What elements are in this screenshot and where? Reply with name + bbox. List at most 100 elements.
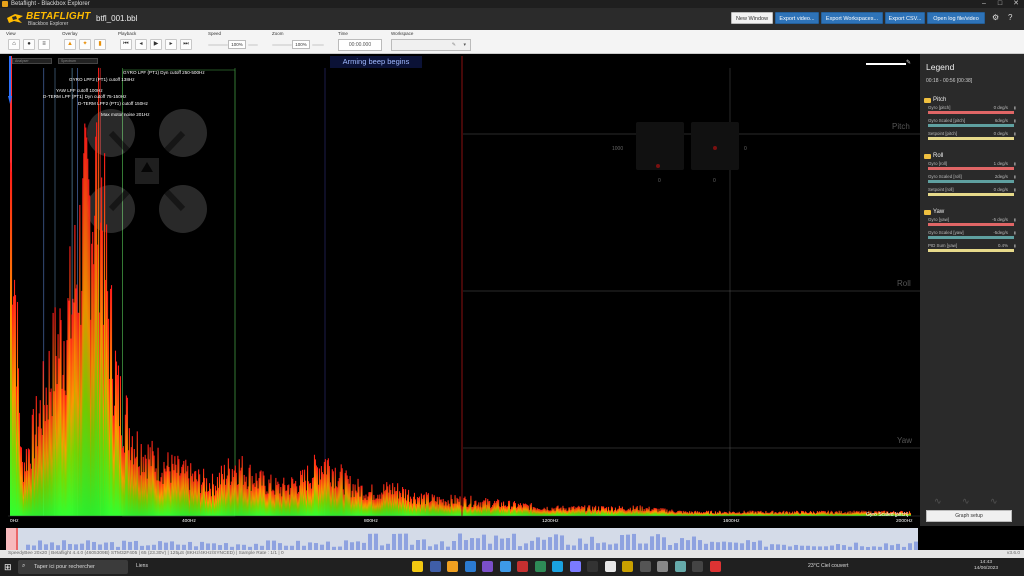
taskbar-app-icon[interactable] <box>569 561 581 572</box>
legend-field-value: 0.4% <box>997 243 1008 248</box>
taskbar-app-icon[interactable] <box>622 561 633 572</box>
legend-field[interactable]: Gyro [yaw] -5 deg/s ▮ <box>924 217 1016 230</box>
legend-field[interactable]: Gyro Scaled [yaw] -5deg/s ▮ <box>924 230 1016 243</box>
step-forward-icon[interactable]: ▸ <box>165 39 177 50</box>
windows-start-icon[interactable]: ⊞ <box>4 562 14 572</box>
spectrum-bin <box>779 511 781 516</box>
speed-slider-right[interactable] <box>248 44 258 46</box>
spectrum-bin <box>62 374 64 516</box>
legend-group-header[interactable]: Yaw <box>924 208 1016 217</box>
taskbar-app-icon[interactable] <box>552 561 563 572</box>
jump-start-icon[interactable]: ⏮ <box>120 39 132 50</box>
legend-group-pitch[interactable]: Pitch Gyro [pitch] 0 deg/s ▮ Gyro Scaled [pi… <box>924 96 1016 144</box>
bar-chart-icon[interactable]: ▮ <box>1014 243 1016 248</box>
spectrum-bin <box>89 195 91 517</box>
speed-slider[interactable] <box>208 44 228 46</box>
legend-field[interactable]: Gyro [roll] 1 deg/s ▮ <box>924 161 1016 174</box>
taskbar-app-icon[interactable] <box>447 561 458 572</box>
gear-icon[interactable]: ⚙ <box>992 13 999 22</box>
taskbar-app-icon[interactable] <box>604 561 616 572</box>
open-log-button[interactable]: Open log file/video <box>927 12 985 24</box>
log-timeline[interactable] <box>6 528 918 550</box>
bar-chart-icon[interactable]: ▮ <box>1014 230 1016 235</box>
spectrum-bin <box>714 511 716 516</box>
spectrum-bin <box>208 491 210 516</box>
taskbar-app-icon[interactable] <box>517 561 528 572</box>
taskbar-app-icon[interactable] <box>534 561 546 572</box>
scale-slider[interactable] <box>866 63 906 65</box>
vertical-scale-slider[interactable] <box>8 56 12 104</box>
bar-chart-icon[interactable]: ▮ <box>1014 174 1016 179</box>
table-icon[interactable]: ≡ <box>38 39 50 50</box>
overlay-craft-icon[interactable]: ▲ <box>64 39 76 50</box>
wave-icon-3[interactable]: ∿ <box>990 496 998 507</box>
legend-field[interactable]: Gyro Scaled [roll] 2deg/s ▮ <box>924 174 1016 187</box>
overlay-sticks-icon[interactable]: ✦ <box>79 39 91 50</box>
legend-field[interactable]: Gyro Scaled [pitch] 6deg/s ▮ <box>924 118 1016 131</box>
legend-group-header[interactable]: Roll <box>924 152 1016 161</box>
home-icon[interactable]: ⌂ <box>8 39 20 50</box>
zoom-input[interactable]: 100% <box>292 40 310 49</box>
wave-icon-1[interactable]: ∿ <box>934 496 942 507</box>
spectrum-bin <box>385 489 387 516</box>
new-window-button[interactable]: New Window <box>731 12 773 24</box>
step-back-icon[interactable]: ◂ <box>135 39 147 50</box>
legend-field[interactable]: Setpoint [pitch] 0 deg/s ▮ <box>924 131 1016 144</box>
legend-field[interactable]: PID Sum [yaw] 0.4% ▮ <box>924 243 1016 256</box>
export-csv-button[interactable]: Export CSV... <box>885 12 925 24</box>
spectrum-bin <box>813 512 815 516</box>
legend-group-header[interactable]: Pitch <box>924 96 1016 105</box>
info-icon[interactable]: ● <box>23 39 35 50</box>
bar-chart-icon[interactable]: ▮ <box>1014 105 1016 110</box>
legend-field[interactable]: Gyro [pitch] 0 deg/s ▮ <box>924 105 1016 118</box>
taskbar-app-icon[interactable] <box>674 561 686 572</box>
legend-group-yaw[interactable]: Yaw Gyro [yaw] -5 deg/s ▮ Gyro Scaled [yaw] -… <box>924 208 1016 256</box>
taskbar-app-icon[interactable] <box>692 561 703 572</box>
play-icon[interactable]: ▶ <box>150 39 162 50</box>
bar-chart-icon[interactable]: ▮ <box>1014 187 1016 192</box>
graph-setup-button[interactable]: Graph setup <box>926 510 1012 522</box>
maximize-button[interactable]: □ <box>992 0 1008 8</box>
taskbar-links[interactable]: Liens <box>136 563 148 569</box>
spectrum-bin <box>434 501 436 516</box>
taskbar-search[interactable]: Taper ici pour rechercher <box>18 560 128 574</box>
spectrum-dropdown[interactable]: Spectrum <box>58 58 98 64</box>
overlay-analyser-icon[interactable]: ▮ <box>94 39 106 50</box>
taskbar-app-icon[interactable] <box>482 561 493 572</box>
spectrum-graph[interactable]: Analyser Spectrum Arming beep begins GYR… <box>8 56 920 526</box>
export-workspaces-button[interactable]: Export Workspaces... <box>821 12 883 24</box>
spectrum-bin <box>418 496 420 516</box>
taskbar-app-icon[interactable] <box>429 561 441 572</box>
help-icon[interactable]: ? <box>1008 13 1012 22</box>
bar-chart-icon[interactable]: ▮ <box>1014 161 1016 166</box>
speed-input[interactable]: 100% <box>228 40 246 49</box>
legend-field[interactable]: Setpoint [roll] 0 deg/s ▮ <box>924 187 1016 200</box>
taskbar-clock[interactable]: 14:43 14/06/2023 <box>974 560 998 572</box>
taskbar-app-icon[interactable] <box>499 561 511 572</box>
taskbar-app-icon[interactable] <box>639 561 651 572</box>
legend-group-roll[interactable]: Roll Gyro [roll] 1 deg/s ▮ Gyro Scaled [roll… <box>924 152 1016 200</box>
export-video-button[interactable]: Export video... <box>775 12 819 24</box>
taskbar-app-icon[interactable] <box>587 561 598 572</box>
bar-chart-icon[interactable]: ▮ <box>1014 131 1016 136</box>
bar-chart-icon[interactable]: ▮ <box>1014 118 1016 123</box>
weather-widget[interactable]: 23°C Ciel couvert <box>808 563 848 569</box>
zoom-slider[interactable] <box>272 44 292 46</box>
spectrum-bin <box>784 513 786 516</box>
zoom-slider-right[interactable] <box>312 44 324 46</box>
taskbar-app-icon[interactable] <box>464 561 476 572</box>
spectrum-bin <box>624 510 626 516</box>
time-input[interactable]: 00:00.000 <box>338 39 382 51</box>
zoom-tool-icon[interactable]: ✎ <box>906 59 912 67</box>
minimize-button[interactable]: – <box>976 0 992 8</box>
spectrum-bin <box>770 512 772 516</box>
close-window-button[interactable]: ✕ <box>1008 0 1024 8</box>
jump-end-icon[interactable]: ⏭ <box>180 39 192 50</box>
taskbar-app-icon[interactable] <box>412 561 423 572</box>
analyser-dropdown[interactable]: Analyser <box>12 58 52 64</box>
bar-chart-icon[interactable]: ▮ <box>1014 217 1016 222</box>
taskbar-app-icon[interactable] <box>709 561 721 572</box>
wave-icon-2[interactable]: ∿ <box>962 496 970 507</box>
workspace-select[interactable]: ✎ ▾ <box>391 39 471 51</box>
taskbar-app-icon[interactable] <box>657 561 668 572</box>
